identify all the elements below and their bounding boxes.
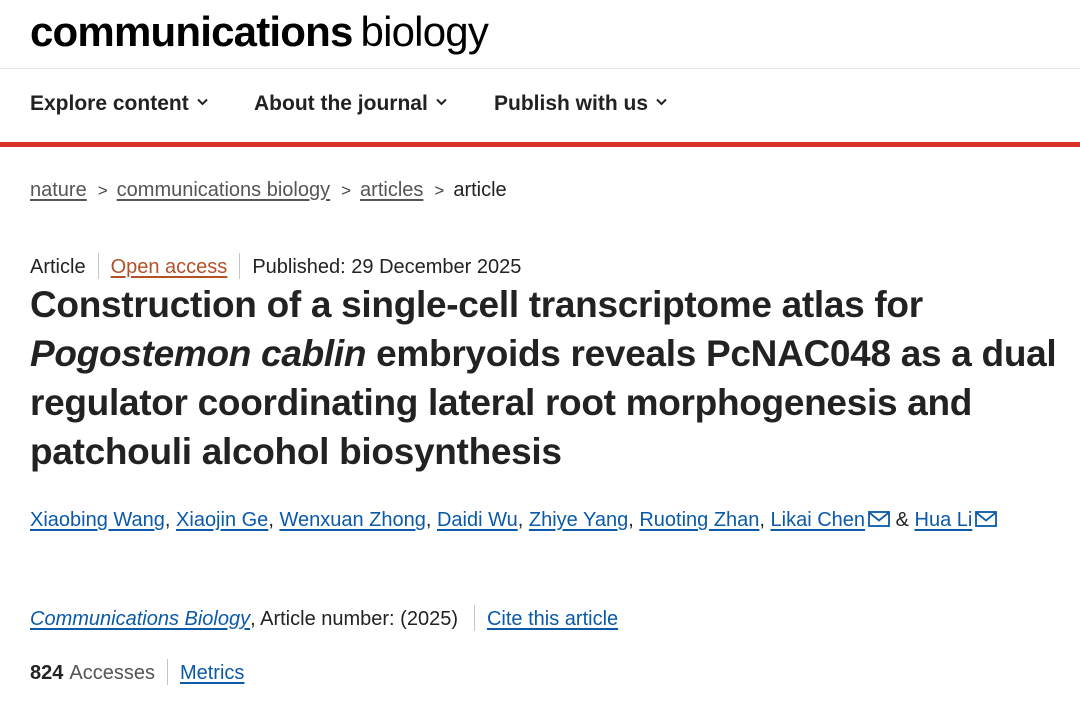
article-metrics: 824 Accesses Metrics (30, 659, 244, 686)
nav-label: Explore content (30, 92, 189, 115)
logo-biology: biology (360, 8, 489, 55)
author-link[interactable]: Daidi Wu (437, 509, 518, 531)
divider (166, 659, 168, 685)
nav-about-the-journal[interactable]: About the journal (254, 91, 447, 117)
logo-communications: communications (30, 8, 353, 55)
chevron-right-icon: > (97, 181, 108, 200)
cite-this-article-link[interactable]: Cite this article (487, 608, 618, 630)
divider (239, 253, 241, 279)
author-list: Xiaobing Wang, Xiaojin Ge, Wenxuan Zhong… (30, 500, 1050, 541)
chevron-right-icon: > (341, 181, 352, 200)
main-nav: Explore content About the journal Publis… (0, 69, 1080, 147)
divider (97, 253, 99, 279)
author-link[interactable]: Ruoting Zhan (639, 509, 759, 531)
article-number: , Article number: (2025) (250, 608, 458, 630)
breadcrumb: nature > communications biology > articles > a… (30, 177, 507, 204)
breadcrumb-current: article (453, 179, 507, 201)
journal-logo[interactable]: communications biology (30, 4, 489, 60)
divider (473, 605, 475, 631)
article-meta: Article Open access Published: 29 December… (30, 253, 521, 280)
breadcrumb-nature[interactable]: nature (30, 179, 87, 201)
chevron-down-icon (196, 96, 208, 107)
mail-icon[interactable] (975, 511, 998, 527)
title-part-1: Construction of a single-cell transcript… (30, 284, 923, 325)
author-joiner: & (895, 509, 909, 531)
author-link[interactable]: Xiaobing Wang (30, 509, 165, 531)
accesses-count: 824 (30, 662, 64, 684)
author-link[interactable]: Hua Li (915, 509, 973, 531)
chevron-right-icon: > (434, 181, 445, 200)
author-link[interactable]: Xiaojin Ge (176, 509, 268, 531)
open-access-link[interactable]: Open access (111, 256, 228, 278)
chevron-down-icon (656, 96, 667, 107)
mail-icon[interactable] (868, 511, 890, 527)
title-species: Pogostemon cablin (30, 333, 367, 374)
nav-label: About the journal (254, 92, 428, 115)
site-header: communications biology (0, 0, 1080, 69)
author-link[interactable]: Wenxuan Zhong (279, 509, 425, 531)
published-date: Published: 29 December 2025 (252, 256, 522, 278)
article-title: Construction of a single-cell transcript… (30, 280, 1060, 476)
breadcrumb-communications-biology[interactable]: communications biology (117, 179, 330, 201)
nav-label: Publish with us (494, 92, 649, 115)
journal-link[interactable]: Communications Biology (30, 608, 250, 630)
nav-explore-content[interactable]: Explore content (30, 91, 208, 117)
chevron-down-icon (436, 96, 447, 107)
article-type: Article (30, 256, 86, 278)
breadcrumb-articles[interactable]: articles (360, 179, 423, 201)
citation-line: Communications Biology, Article number: … (30, 605, 618, 632)
nav-publish-with-us[interactable]: Publish with us (494, 91, 667, 117)
author-link[interactable]: Likai Chen (771, 509, 866, 531)
author-link[interactable]: Zhiye Yang (529, 509, 628, 531)
metrics-link[interactable]: Metrics (180, 662, 244, 684)
accesses-label: Accesses (69, 662, 155, 684)
